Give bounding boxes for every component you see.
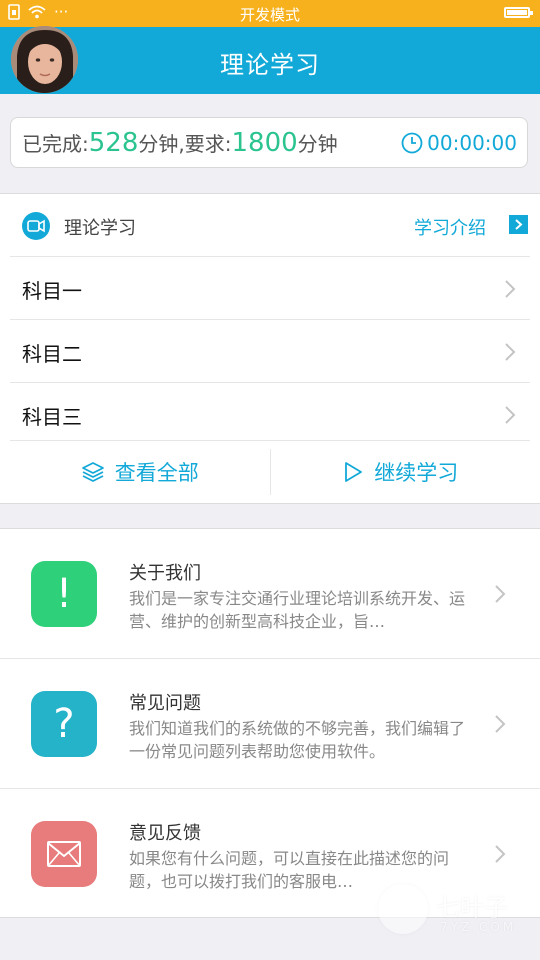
study-timer: 00:00:00 <box>401 131 517 155</box>
question-glyph: ? <box>53 701 75 747</box>
exclamation-glyph: ! <box>55 571 73 617</box>
item-description: 我们知道我们的系统做的不够完善，我们编辑了一份常见问题列表帮助您使用软件。 <box>129 719 466 761</box>
question-icon: ? <box>31 691 97 757</box>
subject-row-3[interactable]: 科目三 <box>10 382 530 445</box>
subject-row-1[interactable]: 科目一 <box>10 256 530 319</box>
chevron-right-icon <box>495 845 506 863</box>
progress-text: 已完成:528分钟,要求:1800分钟 <box>22 128 338 158</box>
exclamation-icon: ! <box>31 561 97 627</box>
play-icon <box>345 462 363 482</box>
chevron-right-icon <box>505 280 516 298</box>
watermark-brand: 七叶子 <box>436 894 508 922</box>
page-title: 理论学习 <box>220 51 320 79</box>
item-title: 常见问题 <box>129 693 201 714</box>
watermark: 七叶子 7YZ.COM <box>378 884 528 944</box>
chevron-right-icon <box>505 343 516 361</box>
completed-label: 已完成: <box>22 131 89 156</box>
view-all-label: 查看全部 <box>114 461 199 485</box>
subject-row-2[interactable]: 科目二 <box>10 319 530 382</box>
watermark-domain: 7YZ.COM <box>440 920 517 934</box>
required-label: 分钟,要求: <box>138 131 232 156</box>
course-panel: 理论学习 学习介绍 科目一 科目二 科目三 查看全部 继续学习 <box>0 193 540 504</box>
header: 理论学习 <box>0 26 540 94</box>
clock-icon <box>401 132 423 154</box>
minutes-unit: 分钟 <box>297 131 338 156</box>
video-camera-icon <box>22 212 50 240</box>
item-title: 意见反馈 <box>129 823 201 844</box>
leaf-logo-icon <box>378 884 428 934</box>
course-header: 理论学习 学习介绍 <box>0 194 540 256</box>
subject-label: 科目三 <box>22 405 82 429</box>
about-us-item[interactable]: ! 关于我们 我们是一家专注交通行业理论培训系统开发、运营、维护的创新型高科技企… <box>0 529 540 659</box>
info-list: ! 关于我们 我们是一家专注交通行业理论培训系统开发、运营、维护的创新型高科技企… <box>0 528 540 918</box>
subject-label: 科目一 <box>22 279 82 303</box>
course-section-label: 理论学习 <box>64 218 136 239</box>
chevron-right-icon <box>495 585 506 603</box>
study-intro-link[interactable]: 学习介绍 <box>414 214 486 240</box>
subject-label: 科目二 <box>22 342 82 366</box>
course-actions: 查看全部 继续学习 <box>10 440 530 503</box>
study-progress-card: 已完成:528分钟,要求:1800分钟 00:00:00 <box>10 117 528 168</box>
view-all-button[interactable]: 查看全部 <box>10 441 270 503</box>
chevron-right-icon <box>505 406 516 424</box>
battery-icon <box>504 7 533 18</box>
continue-study-label: 继续学习 <box>374 461 459 485</box>
intro-arrow-icon[interactable] <box>509 215 528 234</box>
timer-value: 00:00:00 <box>427 131 517 155</box>
status-mode-text: 开发模式 <box>239 6 300 24</box>
item-title: 关于我们 <box>129 563 201 584</box>
layers-icon <box>81 462 104 482</box>
continue-study-button[interactable]: 继续学习 <box>271 441 531 503</box>
mail-icon <box>31 821 97 887</box>
status-bar: ··· 开发模式 <box>0 0 540 27</box>
faq-item[interactable]: ? 常见问题 我们知道我们的系统做的不够完善，我们编辑了一份常见问题列表帮助您使… <box>0 659 540 789</box>
required-minutes: 1800 <box>231 127 298 158</box>
chevron-right-icon <box>495 715 506 733</box>
item-description: 我们是一家专注交通行业理论培训系统开发、运营、维护的创新型高科技企业，旨… <box>129 589 466 631</box>
completed-minutes: 528 <box>88 127 139 158</box>
